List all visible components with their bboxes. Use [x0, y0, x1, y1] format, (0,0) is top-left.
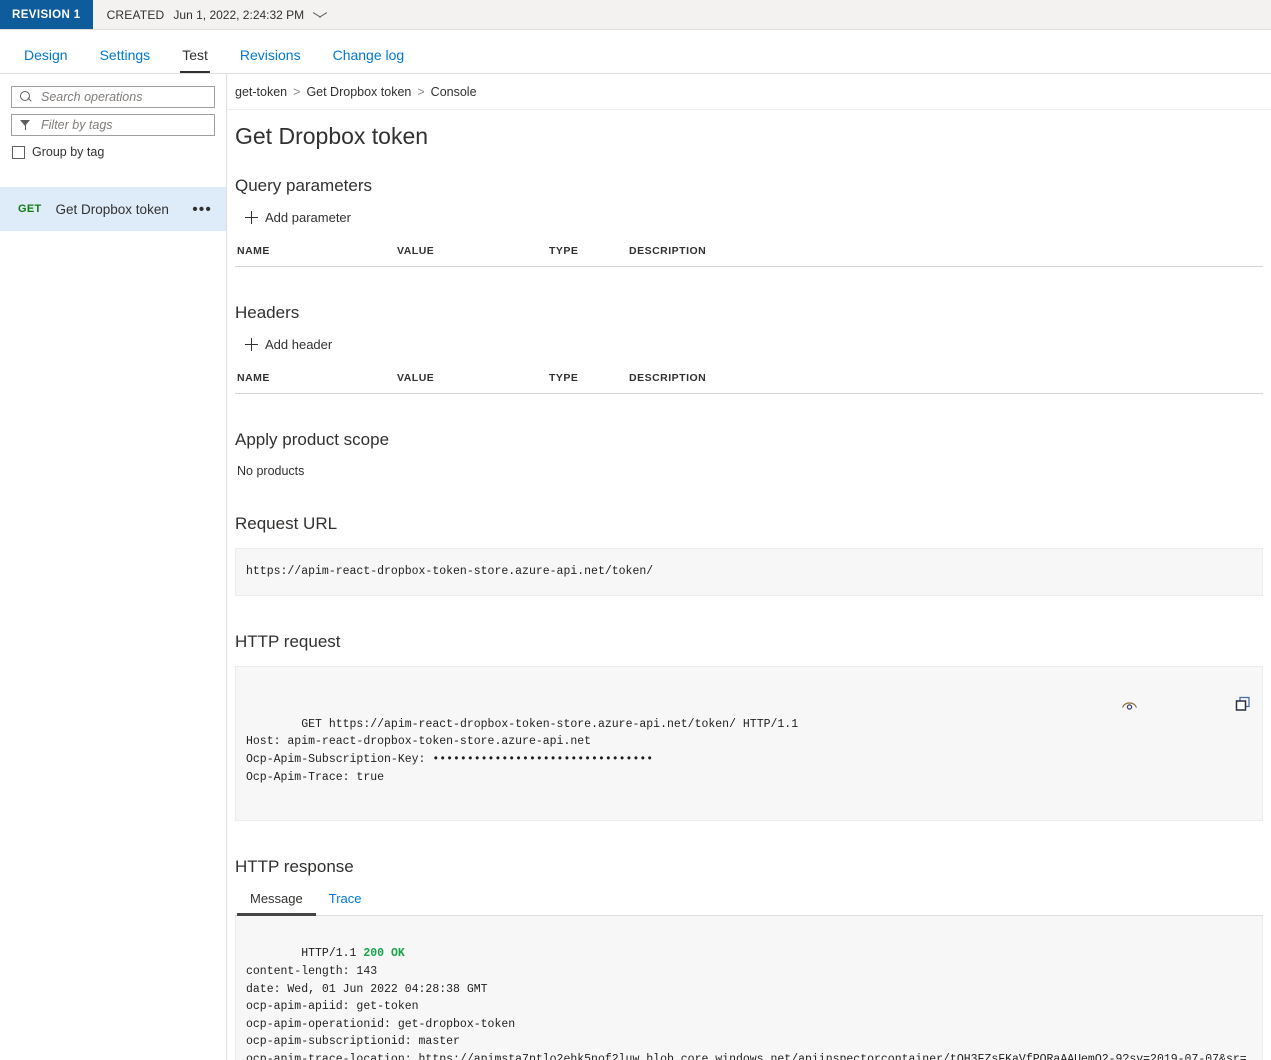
- query-parameters-heading: Query parameters: [235, 176, 372, 195]
- tab-change-log[interactable]: Change log: [317, 48, 421, 73]
- add-header-button[interactable]: Add header: [245, 337, 332, 352]
- breadcrumb-item-console[interactable]: Console: [431, 85, 477, 99]
- add-parameter-label: Add parameter: [265, 210, 351, 225]
- operation-list: GET Get Dropbox token •••: [0, 187, 226, 231]
- tab-design[interactable]: Design: [8, 48, 84, 73]
- headers-table: NAME VALUE TYPE DESCRIPTION: [235, 372, 1263, 394]
- http-response-heading: HTTP response: [235, 856, 354, 876]
- search-operations-field[interactable]: [11, 86, 215, 108]
- column-header-value: VALUE: [395, 372, 547, 394]
- group-by-tag-row[interactable]: Group by tag: [12, 145, 226, 159]
- request-url-value: https://apim-react-dropbox-token-store.a…: [235, 548, 1263, 596]
- operation-more-icon[interactable]: •••: [192, 201, 216, 218]
- revision-created-value: Jun 1, 2022, 2:24:32 PM: [173, 7, 305, 22]
- filter-by-tags-field[interactable]: [11, 114, 215, 136]
- search-input[interactable]: [39, 89, 208, 105]
- http-response-body: HTTP/1.1 200 OK content-length: 143 date…: [235, 915, 1263, 1060]
- breadcrumb-separator-2: >: [417, 84, 425, 99]
- group-by-tag-checkbox[interactable]: [12, 145, 25, 159]
- revision-bar: REVISION 1 CREATED Jun 1, 2022, 2:24:32 …: [0, 0, 1271, 30]
- column-header-type: TYPE: [547, 245, 627, 267]
- revision-created-group[interactable]: CREATED Jun 1, 2022, 2:24:32 PM: [93, 0, 328, 29]
- table-header-row: NAME VALUE TYPE DESCRIPTION: [235, 245, 1263, 267]
- http-request-text: GET https://apim-react-dropbox-token-sto…: [246, 717, 799, 784]
- operation-name: Get Dropbox token: [55, 201, 169, 217]
- column-header-value: VALUE: [395, 245, 547, 267]
- search-icon: [18, 90, 34, 104]
- plus-icon: [245, 338, 258, 351]
- tab-settings[interactable]: Settings: [84, 48, 167, 73]
- page-title: Get Dropbox token: [235, 123, 429, 149]
- console-content: Get Dropbox token Query parameters Add p…: [227, 110, 1271, 1060]
- eye-icon[interactable]: [1038, 680, 1138, 735]
- column-header-description: DESCRIPTION: [627, 245, 1263, 267]
- breadcrumb-item-operation[interactable]: Get Dropbox token: [306, 85, 411, 99]
- main-panel: get-token > Get Dropbox token > Console …: [227, 74, 1271, 1060]
- response-headers-text: content-length: 143 date: Wed, 01 Jun 20…: [246, 964, 1247, 1060]
- column-header-description: DESCRIPTION: [627, 372, 1263, 394]
- add-header-label: Add header: [265, 337, 333, 352]
- tab-revisions[interactable]: Revisions: [224, 48, 317, 73]
- body-split: Group by tag GET Get Dropbox token ••• g…: [0, 74, 1271, 1060]
- response-tab-bar: Message Trace: [235, 891, 1263, 916]
- tab-trace[interactable]: Trace: [316, 891, 375, 915]
- headers-heading: Headers: [235, 303, 300, 322]
- query-parameters-table: NAME VALUE TYPE DESCRIPTION: [235, 245, 1263, 267]
- copy-icon[interactable]: [1152, 679, 1251, 737]
- request-url-heading: Request URL: [235, 514, 338, 533]
- add-parameter-button[interactable]: Add parameter: [245, 210, 351, 225]
- http-request-heading: HTTP request: [235, 631, 341, 651]
- revision-created-label: CREATED: [106, 7, 165, 22]
- filter-tags-input[interactable]: [39, 117, 208, 133]
- filter-icon: [18, 118, 34, 132]
- operation-method-badge: GET: [18, 203, 42, 215]
- revision-badge: REVISION 1: [0, 0, 93, 29]
- request-box-actions: [1038, 679, 1251, 737]
- plus-icon: [245, 211, 258, 224]
- breadcrumb: get-token > Get Dropbox token > Console: [227, 74, 1271, 110]
- response-status-code: 200 OK: [363, 947, 405, 961]
- column-header-name: NAME: [235, 245, 395, 267]
- tab-test[interactable]: Test: [166, 48, 224, 73]
- apply-product-scope-heading: Apply product scope: [235, 430, 390, 449]
- response-status-prefix: HTTP/1.1: [301, 947, 364, 961]
- http-request-box: GET https://apim-react-dropbox-token-sto…: [235, 665, 1263, 821]
- tab-message[interactable]: Message: [237, 891, 316, 916]
- breadcrumb-separator-1: >: [293, 84, 301, 99]
- top-tab-bar: Design Settings Test Revisions Change lo…: [0, 30, 1271, 74]
- column-header-name: NAME: [235, 372, 395, 394]
- column-header-type: TYPE: [547, 372, 627, 394]
- breadcrumb-item-api[interactable]: get-token: [235, 85, 287, 99]
- table-header-row: NAME VALUE TYPE DESCRIPTION: [235, 372, 1263, 394]
- chevron-down-icon[interactable]: [313, 11, 327, 19]
- group-by-tag-label: Group by tag: [32, 145, 105, 159]
- operations-sidebar: Group by tag GET Get Dropbox token •••: [0, 74, 227, 1060]
- no-products-text: No products: [237, 464, 305, 478]
- sidebar-item-get-dropbox-token[interactable]: GET Get Dropbox token •••: [0, 187, 226, 231]
